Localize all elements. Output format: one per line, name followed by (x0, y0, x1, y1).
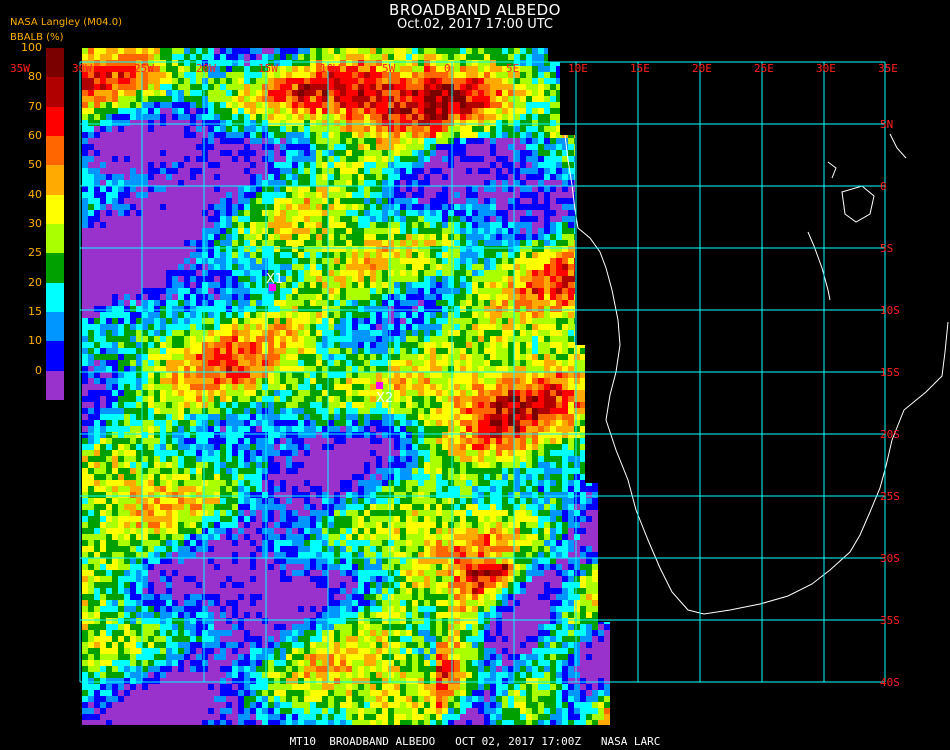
latitude-label: 40S (880, 676, 900, 689)
longitude-label: 15E (630, 62, 650, 75)
site-marker-label: X1 (266, 272, 283, 287)
latitude-label: 5N (880, 118, 893, 131)
horn-coastline (889, 133, 907, 159)
latitude-label: 15S (880, 366, 900, 379)
longitude-label: 25W (134, 62, 154, 75)
albedo-map: 40W35W30W25W20W15W10W5W05E10E15E20E25E30… (10, 48, 949, 725)
longitude-label: 30E (816, 62, 836, 75)
footer-caption: MT10 BROADBAND ALBEDO OCT 02, 2017 17:00… (289, 735, 661, 748)
longitude-label: 10E (568, 62, 588, 75)
latitude-label: 20S (880, 428, 900, 441)
satellite-swath (82, 48, 610, 725)
lake-victoria (841, 185, 875, 223)
longitude-label: 20E (692, 62, 712, 75)
longitude-labels: 40W35W30W25W20W15W10W5W05E10E15E20E25E30… (10, 62, 898, 75)
color-scale-label: 60 (28, 129, 42, 142)
latitude-label: 10S (880, 304, 900, 317)
longitude-label: 30W (72, 62, 92, 75)
longitude-label: 5E (506, 62, 519, 75)
color-scale-label: 20 (28, 275, 42, 289)
longitude-label: 25E (754, 62, 774, 75)
latitude-label: 0 (880, 180, 887, 193)
color-scale-label: 100 (21, 41, 42, 54)
color-scale-label: 25 (28, 246, 42, 260)
site-marker-label: X2 (376, 391, 393, 406)
color-scale-label: 30 (28, 217, 42, 230)
lake-fragment (827, 161, 837, 179)
color-scale-label: 50 (28, 158, 42, 172)
latitude-label: 25S (880, 490, 900, 503)
lake-tanganyika (807, 231, 831, 301)
color-scale-label: 0 (35, 363, 42, 377)
color-scale-label: 15 (28, 305, 42, 318)
site-marker-square (376, 382, 383, 389)
color-scale-label: 40 (28, 187, 42, 201)
latitude-label: 35S (880, 614, 900, 627)
color-scale-label: 80 (28, 70, 42, 84)
longitude-label: 20W (196, 62, 216, 75)
longitude-label: 0 (444, 62, 451, 75)
color-scale-label: 10 (28, 334, 42, 348)
longitude-label: 5W (382, 62, 396, 75)
latitude-label: 5S (880, 242, 893, 255)
longitude-label: 10W (320, 62, 340, 75)
latitude-label: 30S (880, 552, 900, 565)
latitude-labels: 5N 0 5S 10S 15S 20S 25S 30S 35S 40S (880, 118, 900, 689)
longitude-label: 15W (258, 62, 278, 75)
longitude-label: 35E (878, 62, 898, 75)
color-scale-label: 70 (28, 99, 42, 113)
